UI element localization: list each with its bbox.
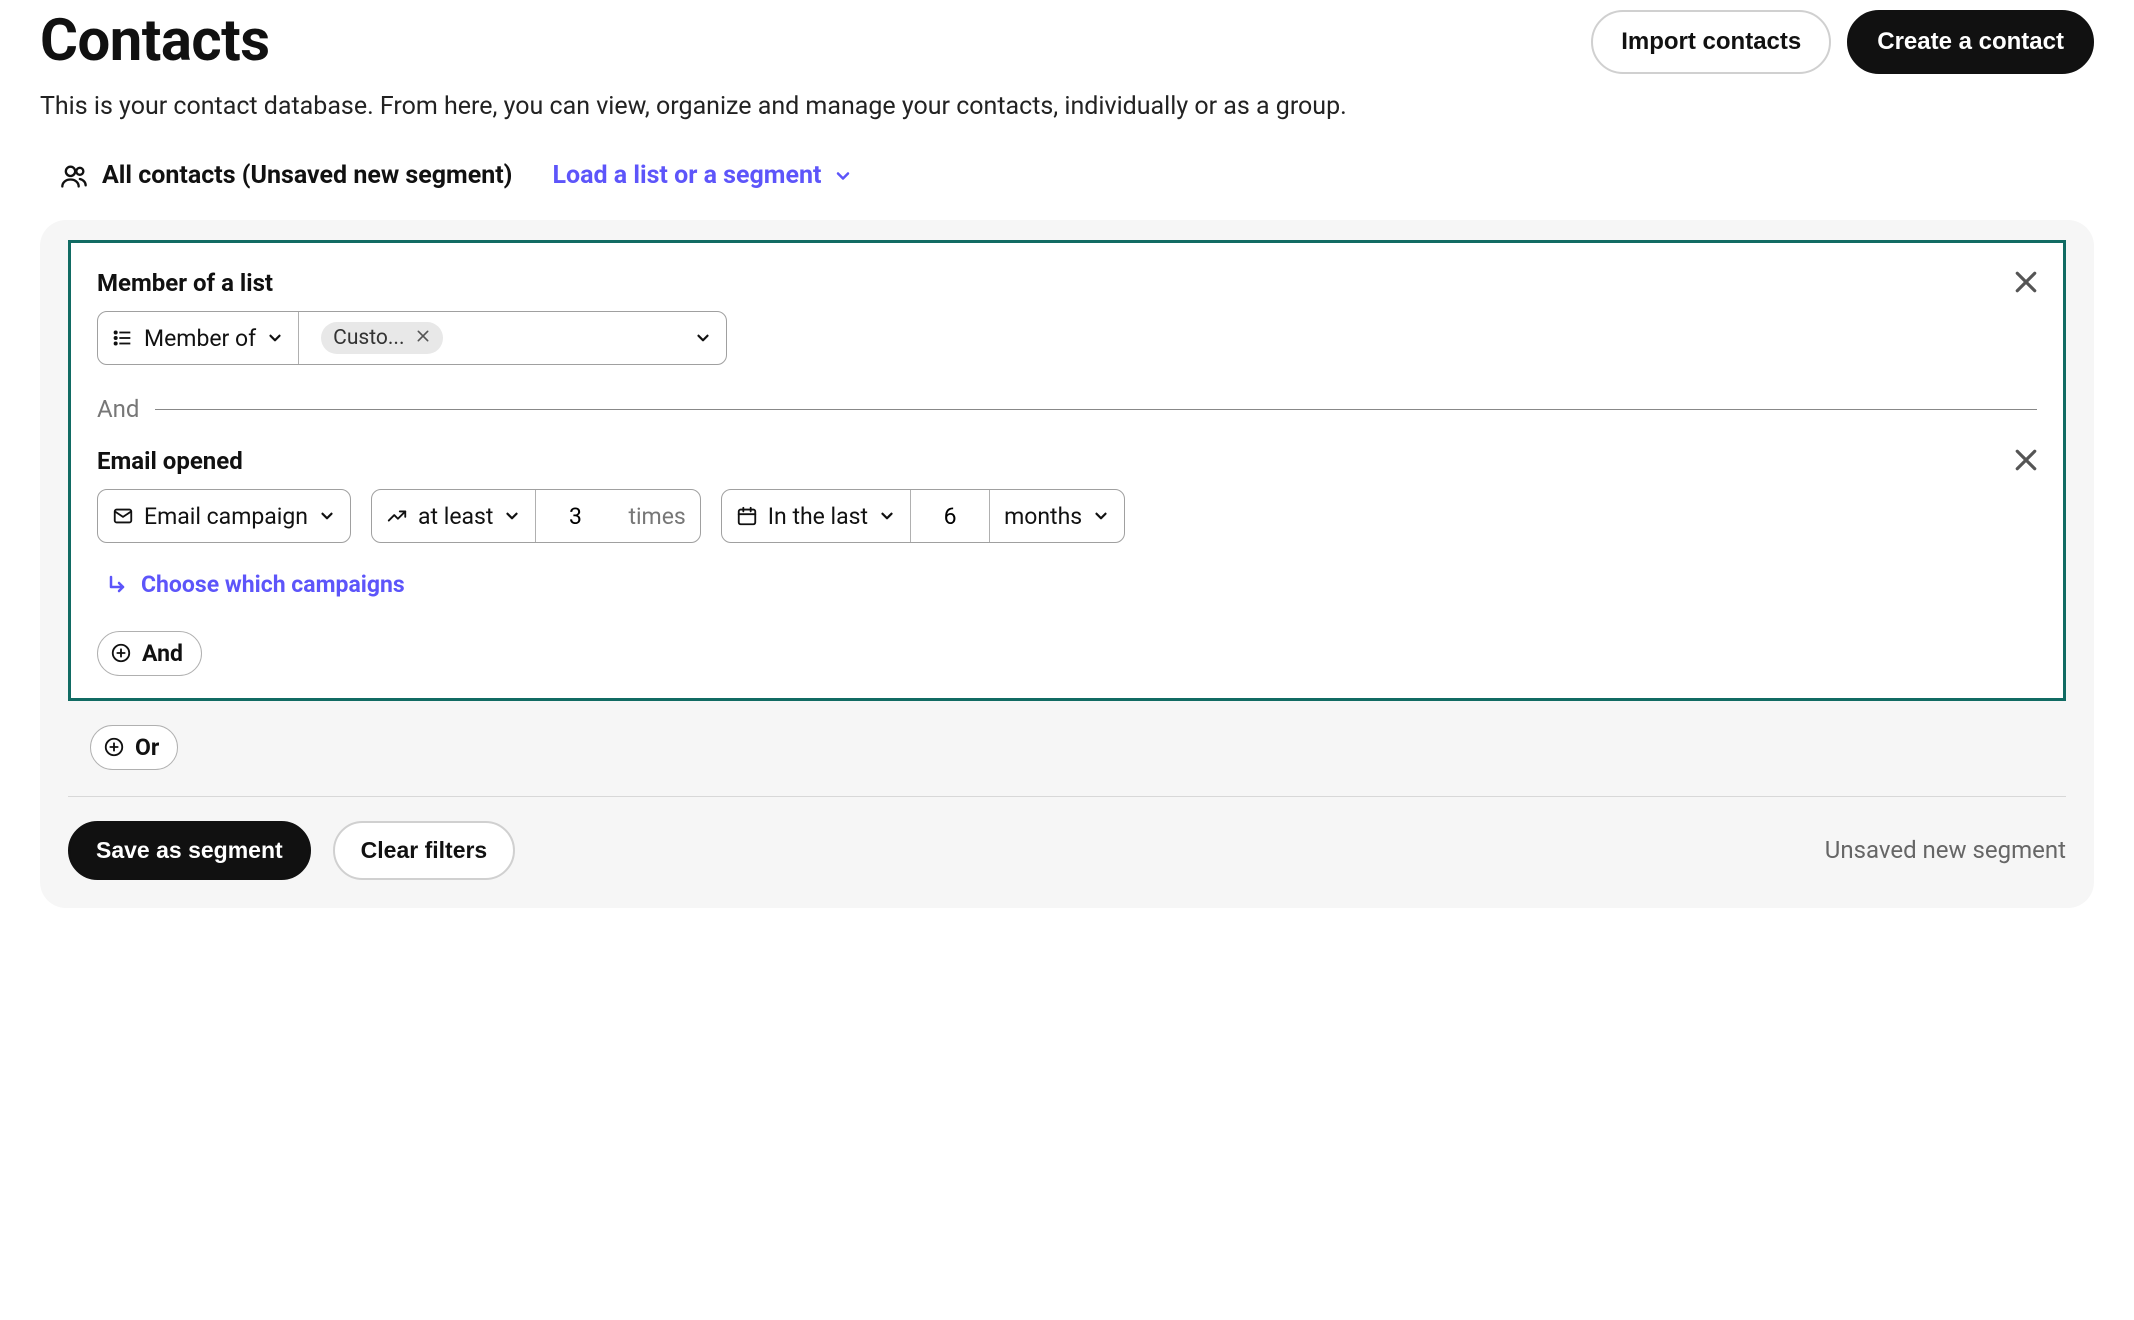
condition-title: Member of a list xyxy=(97,269,2037,297)
current-segment-text: All contacts (Unsaved new segment) xyxy=(102,161,512,190)
contacts-page: Contacts Import contacts Create a contac… xyxy=(0,0,2134,948)
chip-remove-icon[interactable] xyxy=(415,328,431,349)
panel-divider xyxy=(68,796,2066,797)
chevron-down-icon xyxy=(266,329,284,347)
range-label: In the last xyxy=(768,503,868,530)
chevron-down-icon xyxy=(833,166,853,186)
segment-status-label: Unsaved new segment xyxy=(1825,836,2066,864)
contacts-icon xyxy=(60,162,88,190)
plus-circle-icon xyxy=(103,736,125,758)
condition-title: Email opened xyxy=(97,447,2037,475)
email-campaign-select[interactable]: Email campaign xyxy=(97,489,351,543)
divider-line xyxy=(155,409,2037,410)
trend-up-icon xyxy=(386,505,408,527)
import-contacts-button[interactable]: Import contacts xyxy=(1591,10,1831,74)
condition-member-of-list: Member of a list Member of xyxy=(97,269,2037,365)
list-selector[interactable]: Member of Custo... xyxy=(97,311,727,365)
create-contact-button[interactable]: Create a contact xyxy=(1847,10,2094,74)
comparator-label: at least xyxy=(418,503,493,530)
load-segment-link[interactable]: Load a list or a segment xyxy=(552,161,853,190)
close-icon xyxy=(2011,267,2041,297)
enter-arrow-icon xyxy=(105,573,129,597)
segment-bar: All contacts (Unsaved new segment) Load … xyxy=(40,161,2094,190)
list-icon xyxy=(112,327,134,349)
count-value-input[interactable] xyxy=(550,502,600,531)
page-title: Contacts xyxy=(40,10,270,74)
chevron-down-icon xyxy=(318,507,336,525)
chip-label: Custo... xyxy=(333,326,404,350)
count-unit-label: times xyxy=(614,490,699,542)
chevron-down-icon xyxy=(694,329,712,347)
and-divider: And xyxy=(97,395,2037,423)
page-subtitle: This is your contact database. From here… xyxy=(40,92,2094,121)
filter-group: Member of a list Member of xyxy=(68,240,2066,701)
range-value-input[interactable] xyxy=(925,502,975,531)
add-and-condition-button[interactable]: And xyxy=(97,631,202,676)
panel-footer: Save as segment Clear filters Unsaved ne… xyxy=(68,821,2066,880)
filter-panel: Member of a list Member of xyxy=(40,220,2094,908)
list-operator-label: Member of xyxy=(144,325,256,352)
choose-campaigns-link[interactable]: Choose which campaigns xyxy=(97,571,405,598)
range-unit-label: months xyxy=(1004,503,1082,530)
add-or-label: Or xyxy=(135,734,159,761)
close-icon xyxy=(2011,445,2041,475)
date-range-select[interactable]: In the last months xyxy=(721,489,1125,543)
choose-campaigns-text: Choose which campaigns xyxy=(141,571,405,598)
clear-filters-button[interactable]: Clear filters xyxy=(333,821,516,880)
calendar-icon xyxy=(736,505,758,527)
chevron-down-icon xyxy=(878,507,896,525)
save-segment-button[interactable]: Save as segment xyxy=(68,821,311,880)
email-campaign-label: Email campaign xyxy=(144,503,308,530)
mail-icon xyxy=(112,505,134,527)
condition-email-opened: Email opened Email campaign xyxy=(97,447,2037,603)
chevron-down-icon xyxy=(503,507,521,525)
remove-condition-button[interactable] xyxy=(2011,445,2041,475)
add-or-group-button[interactable]: Or xyxy=(90,725,178,770)
count-comparator[interactable]: at least times xyxy=(371,489,701,543)
chevron-down-icon xyxy=(1092,507,1110,525)
selected-list-chip[interactable]: Custo... xyxy=(321,322,442,354)
add-and-label: And xyxy=(142,640,183,667)
and-label: And xyxy=(97,395,139,423)
page-header: Contacts Import contacts Create a contac… xyxy=(40,10,2094,74)
plus-circle-icon xyxy=(110,642,132,664)
remove-condition-button[interactable] xyxy=(2011,267,2041,297)
header-actions: Import contacts Create a contact xyxy=(1591,10,2094,74)
load-segment-text: Load a list or a segment xyxy=(552,161,821,190)
current-segment-label: All contacts (Unsaved new segment) xyxy=(60,161,512,190)
